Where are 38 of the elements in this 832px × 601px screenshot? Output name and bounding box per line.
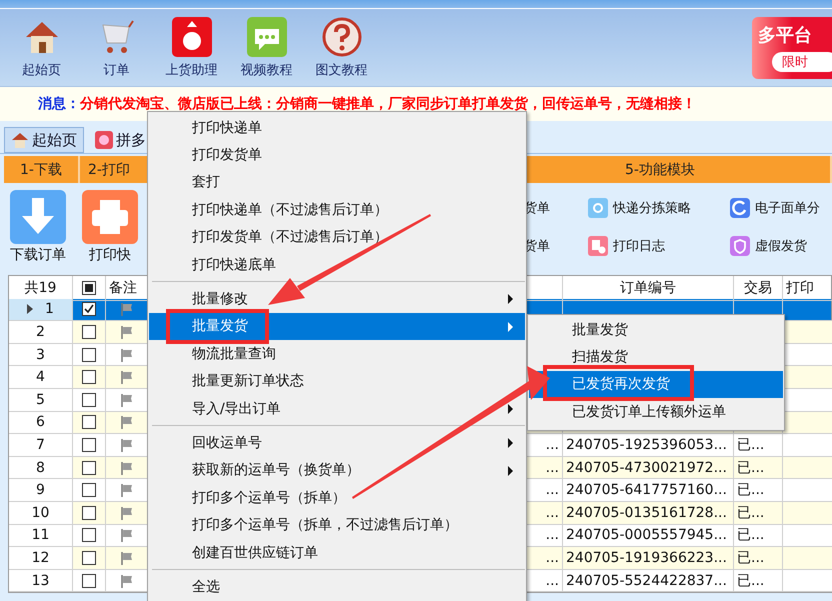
row-number: 5 [36,392,45,408]
row-number: 12 [32,550,50,566]
row-number: 13 [32,572,50,589]
order-number: 240705-0135161728... [566,504,727,521]
order-number: 240705-0005557945... [566,527,727,544]
message-text: 分销代发淘宝、微店版已上线：分销商一键推单，厂家同步订单打单发货，回传运单号，无缝相接！ [80,95,696,113]
trade-status: 已... [737,548,764,567]
row-number: 4 [36,369,45,386]
table-cell: ... [546,550,559,566]
table-cell: ... [546,460,559,476]
trade-status: 已... [737,572,764,590]
table-cell: ... [546,504,559,521]
order-number: 240705-6417757160... [566,482,727,498]
row-number: 10 [32,504,50,521]
row-number: 9 [36,482,45,498]
trade-status: 已... [737,481,764,500]
trade-status: 已... [737,436,764,454]
row-number: 3 [36,346,45,363]
order-number: 240705-1925396053... [566,436,727,453]
trade-status: 已... [737,526,764,544]
row-number: 7 [36,436,45,453]
row-number: 11 [32,527,50,544]
row-number: 8 [36,460,45,476]
order-number: 240705-4730021972... [566,460,727,476]
trade-status: 已... [737,504,764,522]
table-cell: ... [546,572,559,589]
table-cell: ... [546,436,559,453]
table-cell: ... [546,482,559,498]
message-label: 消息： [38,95,80,113]
row-number: 2 [36,324,45,340]
trade-status: 已... [737,458,764,477]
row-number: 1 [45,301,54,318]
banner-title: 多平台 [758,24,812,46]
banner-pill: 限时 [772,52,832,72]
table-cell: ... [546,527,559,544]
order-number: 240705-5524422837... [566,572,727,589]
order-number: 240705-1919366223... [566,550,727,566]
row-number: 6 [36,414,45,430]
